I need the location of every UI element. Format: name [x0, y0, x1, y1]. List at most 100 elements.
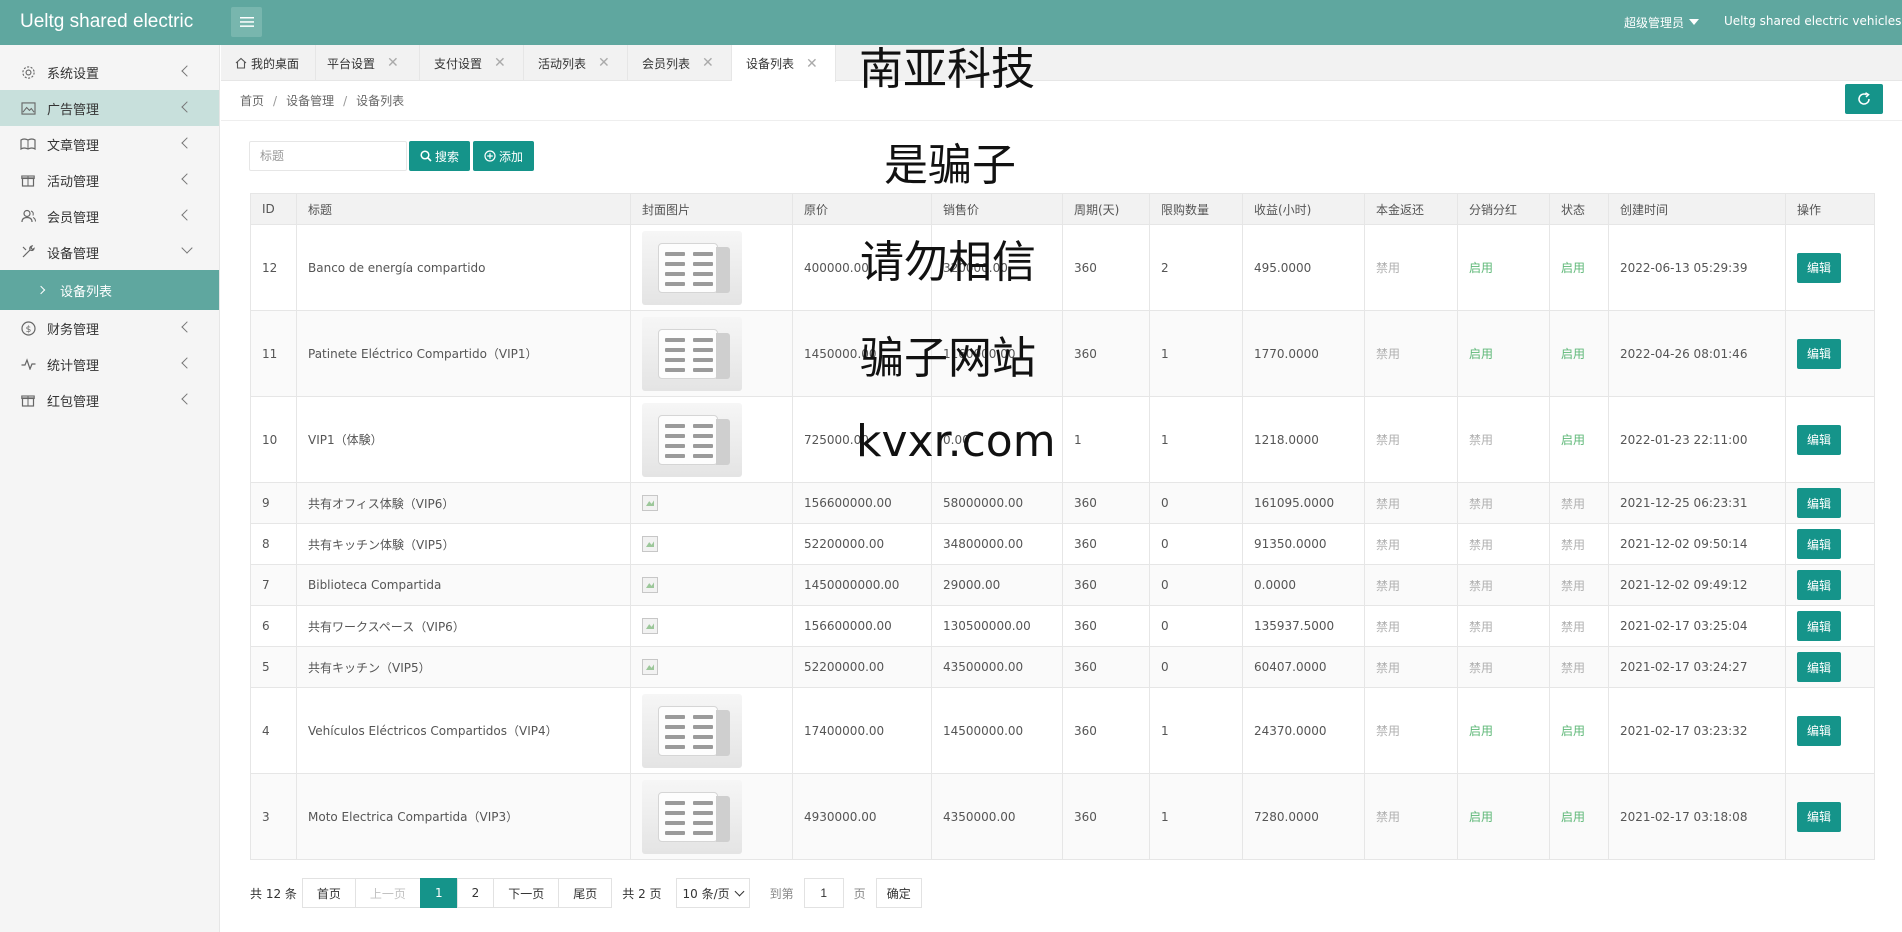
cover-thumbnail[interactable] [642, 402, 742, 477]
sidebar-item-system[interactable]: 系统设置 [0, 54, 219, 90]
goto-page-input[interactable] [803, 878, 844, 908]
cell-income: 7280.0000 [1242, 773, 1365, 860]
refresh-button[interactable] [1845, 84, 1883, 114]
caret-down-icon [1689, 19, 1700, 25]
edit-button[interactable]: 编辑 [1797, 424, 1841, 455]
cell-title: Biblioteca Compartida [296, 564, 631, 606]
cell-created: 2022-06-13 05:29:39 [1608, 224, 1786, 311]
sidebar-item-devices[interactable]: 设备管理 [0, 234, 219, 270]
close-icon[interactable]: ✕ [598, 55, 610, 71]
actions-cell: 编辑 [1785, 564, 1875, 606]
edit-button[interactable]: 编辑 [1797, 715, 1841, 746]
tab-label: 设备列表 [746, 57, 795, 71]
cell-id: 4 [250, 687, 297, 774]
cell-limit: 0 [1149, 482, 1243, 524]
cell-principal: 禁用 [1364, 564, 1458, 606]
cover-image-cell [630, 773, 793, 860]
refresh-icon [1858, 92, 1870, 105]
close-icon[interactable]: ✕ [806, 56, 818, 72]
cell-id: 8 [250, 523, 297, 565]
cell-principal: 禁用 [1364, 773, 1458, 860]
per-page-value: 10 条/页 [682, 886, 730, 901]
cover-image-cell [630, 310, 793, 397]
sidebar-item-members[interactable]: 会员管理 [0, 198, 219, 234]
col-header: 本金返还 [1364, 193, 1458, 225]
cell-cycle: 360 [1062, 482, 1150, 524]
cover-thumbnail[interactable] [642, 230, 742, 305]
page-button-2[interactable]: 2 [456, 878, 495, 908]
tab-platform-settings[interactable]: 平台设置 ✕ [316, 45, 420, 81]
actions-cell: 编辑 [1785, 396, 1875, 483]
tab-member-list[interactable]: 会员列表 ✕ [628, 45, 732, 81]
edit-button[interactable]: 编辑 [1797, 611, 1841, 641]
close-icon[interactable]: ✕ [702, 55, 714, 71]
add-button[interactable]: 添加 [473, 141, 534, 171]
cell-title: 共有ワークスペース（VIP6） [296, 605, 631, 647]
cover-thumbnail[interactable] [642, 779, 742, 854]
page-button-1[interactable]: 1 [419, 878, 458, 908]
last-page-button[interactable]: 尾页 [558, 878, 613, 908]
search-button[interactable]: 搜索 [409, 141, 470, 171]
edit-button[interactable]: 编辑 [1797, 252, 1841, 283]
tab-activity-list[interactable]: 活动列表 ✕ [524, 45, 628, 81]
tab-payment-settings[interactable]: 支付设置 ✕ [420, 45, 524, 81]
chevron-left-icon [181, 321, 193, 333]
app-logo[interactable]: Ueltg shared electric [20, 11, 193, 33]
edit-button[interactable]: 编辑 [1797, 488, 1841, 518]
sidebar-item-activities[interactable]: 活动管理 [0, 162, 219, 198]
tab-label: 活动列表 [538, 56, 587, 71]
edit-button[interactable]: 编辑 [1797, 570, 1841, 600]
total-count: 共 12 条 [250, 886, 297, 901]
sidebar-subitem-device-list[interactable]: 设备列表 [0, 270, 219, 310]
divider [221, 120, 1902, 121]
breadcrumb-home[interactable]: 首页 [240, 94, 264, 108]
tab-label: 平台设置 [327, 56, 376, 71]
cell-id: 3 [250, 773, 297, 860]
cover-thumbnail[interactable] [642, 693, 742, 768]
sidebar-item-finance[interactable]: $ 财务管理 [0, 310, 219, 346]
admin-dropdown[interactable]: 超级管理员 [1624, 14, 1700, 31]
tools-icon [20, 244, 36, 260]
per-page-select[interactable]: 10 条/页 [675, 878, 750, 908]
cell-status: 启用 [1549, 310, 1609, 397]
tab-label: 支付设置 [434, 56, 483, 71]
title-search-input[interactable] [249, 141, 407, 171]
sidebar-item-articles[interactable]: 文章管理 [0, 126, 219, 162]
cell-title: Moto Electrica Compartida（VIP3） [296, 773, 631, 860]
menu-toggle-button[interactable] [231, 7, 262, 37]
cell-cycle: 360 [1062, 687, 1150, 774]
cover-thumbnail[interactable] [642, 316, 742, 391]
cell-cycle: 360 [1062, 224, 1150, 311]
cell-income: 1218.0000 [1242, 396, 1365, 483]
cell-id: 5 [250, 646, 297, 688]
overlay-text-3: 请勿相信 [860, 237, 1036, 288]
sidebar-item-redpacket[interactable]: 红包管理 [0, 382, 219, 418]
cell-dist: 禁用 [1457, 482, 1550, 524]
edit-button[interactable]: 编辑 [1797, 529, 1841, 559]
image-icon [20, 100, 36, 116]
close-icon[interactable]: ✕ [494, 55, 506, 71]
actions-cell: 编辑 [1785, 482, 1875, 524]
actions-cell: 编辑 [1785, 773, 1875, 860]
col-header: 原价 [792, 193, 932, 225]
breadcrumb-device-mgmt[interactable]: 设备管理 [286, 94, 334, 108]
first-page-button[interactable]: 首页 [301, 878, 356, 908]
next-page-button[interactable]: 下一页 [493, 878, 560, 908]
tab-device-list[interactable]: 设备列表 ✕ [732, 45, 836, 82]
tab-bar: 我的桌面 平台设置 ✕ 支付设置 ✕ 活动列表 ✕ 会员列表 ✕ 设备列表 ✕ [221, 45, 1902, 82]
edit-button[interactable]: 编辑 [1797, 338, 1841, 369]
goto-confirm-button[interactable]: 确定 [875, 878, 922, 908]
cell-income: 135937.5000 [1242, 605, 1365, 647]
site-name-link[interactable]: Ueltg shared electric vehicles [1724, 14, 1901, 28]
col-header: 销售价 [931, 193, 1063, 225]
edit-button[interactable]: 编辑 [1797, 801, 1841, 832]
sidebar-item-stats[interactable]: 统计管理 [0, 346, 219, 382]
cell-status: 禁用 [1549, 564, 1609, 606]
tab-desktop[interactable]: 我的桌面 [221, 45, 316, 81]
prev-page-button[interactable]: 上一页 [354, 878, 421, 908]
close-icon[interactable]: ✕ [387, 55, 399, 71]
col-header: ID [250, 193, 297, 225]
edit-button[interactable]: 编辑 [1797, 652, 1841, 682]
col-header: 收益(小时) [1242, 193, 1365, 225]
sidebar-item-ads[interactable]: 广告管理 [0, 90, 219, 126]
